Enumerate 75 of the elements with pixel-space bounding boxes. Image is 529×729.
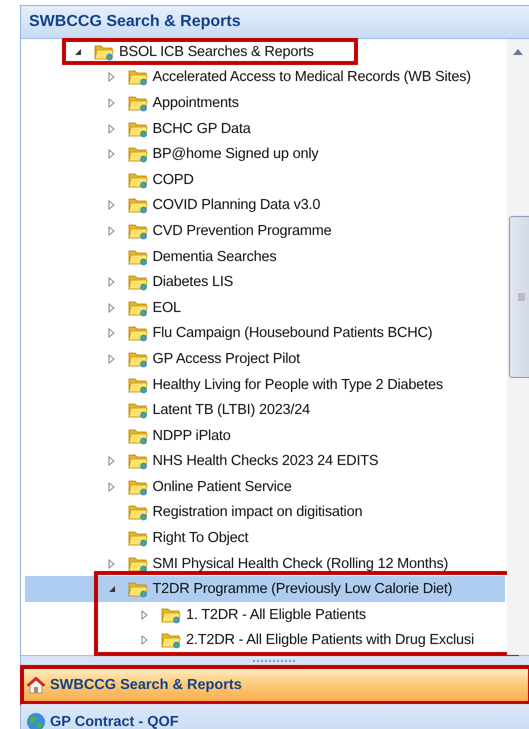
tree-item[interactable]: Latent TB (LTBI) 2023/24 [25,397,505,423]
nav-item[interactable]: SWBCCG Search & Reports [21,667,529,704]
folder-icon [128,376,148,394]
folder-icon [128,554,148,573]
folder-icon [128,273,148,292]
folder-icon [128,94,148,112]
tree-item[interactable]: Diabetes LIS [25,269,505,295]
expand-arrow-icon[interactable] [108,72,114,82]
folder-icon [128,196,148,214]
folder-icon [128,478,148,496]
folder-icon [128,426,148,445]
expand-arrow-icon[interactable] [108,558,114,569]
tree-item[interactable]: Accelerated Access to Medical Records (WB Sites) [25,64,505,90]
folder-icon [128,324,148,342]
folder-icon [128,452,148,470]
folder-icon [128,401,148,420]
expand-arrow-icon[interactable] [108,328,114,338]
folder-icon [161,631,181,650]
globe-icon [26,712,46,729]
tree-item[interactable]: Flu Campaign (Housebound Patients BCHC) [25,320,505,346]
folder-icon [128,503,148,522]
tree-item[interactable]: COVID Planning Data v3.0 [25,192,505,218]
folder-icon [128,120,148,138]
collapse-arrow-icon[interactable] [74,48,82,56]
scroll-up-icon[interactable] [513,49,523,55]
expand-arrow-icon[interactable] [108,98,114,108]
tree-item[interactable]: Appointments [25,90,505,116]
tree-item[interactable]: 1. T2DR - All Eligble Patients [25,602,505,628]
folder-icon [128,350,148,368]
expand-arrow-icon[interactable] [108,456,114,466]
grip-icon [253,660,297,662]
tree-item[interactable]: CVD Prevention Programme [25,218,505,244]
collapse-arrow-icon[interactable] [108,585,116,594]
expand-arrow-icon[interactable] [141,610,148,620]
nav-item[interactable]: GP Contract - QOF [21,704,529,729]
folder-icon [128,298,148,317]
expand-arrow-icon[interactable] [108,226,114,236]
scroll-thumb[interactable] [509,216,529,378]
expand-arrow-icon[interactable] [108,124,114,134]
folder-icon [161,606,181,624]
expand-arrow-icon[interactable] [108,302,114,313]
expand-arrow-icon[interactable] [141,635,148,646]
panel-header: SWBCCG Search & Reports [21,6,529,39]
folder-icon [128,170,148,189]
tree-item[interactable]: Right To Object [25,525,505,551]
tree-item[interactable]: COPD [25,166,505,193]
tree-item[interactable]: NHS Health Checks 2023 24 EDITS [25,448,505,474]
tree-item[interactable]: BP@home Signed up only [25,141,505,167]
tree-item[interactable]: T2DR Programme (Previously Low Calorie Diet) [25,576,505,602]
folder-icon [128,529,148,548]
tree-item[interactable]: BCHC GP Data [25,116,505,142]
expand-arrow-icon[interactable] [108,354,114,364]
tree-item[interactable]: Online Patient Service [25,474,505,500]
folder-icon [128,68,148,86]
tree-item[interactable]: Healthy Living for People with Type 2 Diabetes [25,372,505,398]
tree-item[interactable]: BSOL ICB Searches & Reports [25,39,505,65]
house-icon [26,675,46,695]
tree-item[interactable]: 2.T2DR - All Eligble Patients with Drug Exclusi [25,628,505,654]
folder-icon [94,42,114,61]
expand-arrow-icon[interactable] [108,149,114,160]
folder-icon [128,222,148,240]
tree-item[interactable]: SMI Physical Health Check (Rolling 12 Months) [25,550,505,576]
tree-item[interactable]: NDPP iPlato [25,422,505,448]
tree-item[interactable]: Registration impact on digitisation [25,500,505,526]
folder-icon [128,580,148,598]
folder-icon [128,248,148,266]
tree-item[interactable]: EOL [25,294,505,321]
expand-arrow-icon[interactable] [108,482,114,492]
tree-item[interactable]: Dementia Searches [25,244,505,270]
expand-arrow-icon[interactable] [108,277,114,288]
grip-icon [518,293,524,301]
scrollbar[interactable] [507,39,529,655]
folder-icon [128,145,148,164]
tree-item[interactable]: GP Access Project Pilot [25,346,505,372]
expand-arrow-icon[interactable] [108,200,114,210]
